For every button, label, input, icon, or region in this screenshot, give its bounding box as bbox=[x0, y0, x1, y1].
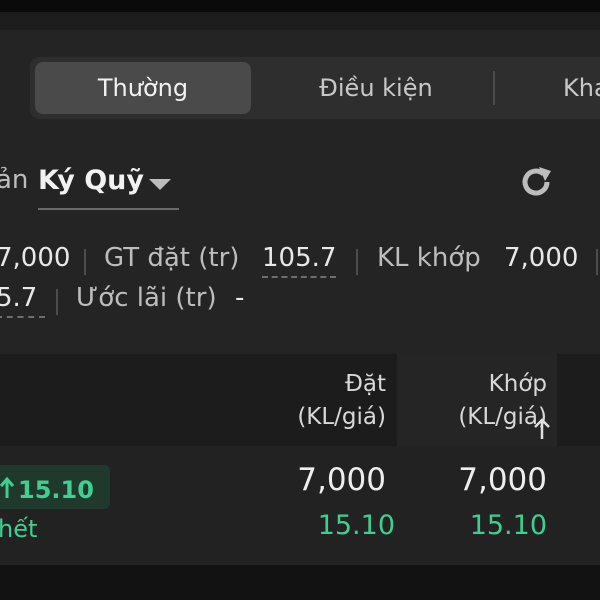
stat-gt-dat-label: GT đặt (tr) bbox=[104, 243, 240, 273]
dat-quantity: 7,000 bbox=[297, 462, 386, 498]
stat-separator bbox=[596, 249, 598, 275]
sort-arrow-icon[interactable] bbox=[533, 418, 551, 444]
stat-separator bbox=[84, 249, 86, 275]
refresh-icon[interactable] bbox=[516, 162, 556, 202]
khop-price: 15.10 bbox=[469, 510, 547, 541]
top-strip bbox=[0, 12, 600, 30]
col-header-dat-sub: (KL/giá) bbox=[297, 404, 386, 430]
row-price: 15.10 bbox=[18, 476, 94, 504]
chevron-down-icon bbox=[148, 177, 172, 196]
order-type-tabs: Thường Điều kiện Kha bbox=[30, 57, 600, 119]
stat-separator bbox=[56, 289, 58, 315]
stat-uoc-lai-value: - bbox=[235, 283, 245, 313]
stat-separator bbox=[356, 249, 358, 275]
stat-gt-dat-value[interactable]: 105.7 bbox=[262, 243, 337, 278]
arrow-up-icon bbox=[0, 476, 15, 504]
stat-gt-khop-value[interactable]: 5.7 bbox=[0, 283, 46, 318]
col-header-dat-title: Đặt bbox=[345, 371, 386, 397]
account-dropdown[interactable]: Ký Quỹ bbox=[38, 163, 179, 210]
bottom-area bbox=[0, 565, 600, 600]
stat-kl-khop-value: 7,000 bbox=[504, 243, 579, 273]
row-status: hết bbox=[0, 515, 38, 543]
tab-thuong[interactable]: Thường bbox=[35, 62, 251, 114]
khop-quantity: 7,000 bbox=[458, 462, 547, 498]
status-bar bbox=[0, 0, 600, 12]
account-value: Ký Quỹ bbox=[38, 165, 144, 196]
stat-kl-khop-label: KL khớp bbox=[377, 243, 481, 273]
account-label: ản bbox=[0, 165, 29, 195]
col-header-khop[interactable]: Khớp (KL/giá) bbox=[410, 368, 547, 434]
dat-price: 15.10 bbox=[317, 510, 395, 541]
tab-dieu-kien[interactable]: Điều kiện bbox=[270, 62, 482, 114]
col-header-khop-sub: (KL/giá) bbox=[458, 404, 547, 430]
tab-kha[interactable]: Kha bbox=[545, 62, 600, 114]
stat-kl-dat-value: 7,000 bbox=[0, 243, 71, 273]
col-header-dat[interactable]: Đặt (KL/giá) bbox=[250, 368, 386, 434]
col-header-khop-title: Khớp bbox=[488, 371, 547, 397]
stat-uoc-lai-label: Ước lãi (tr) bbox=[76, 283, 217, 313]
tab-divider bbox=[493, 71, 495, 105]
